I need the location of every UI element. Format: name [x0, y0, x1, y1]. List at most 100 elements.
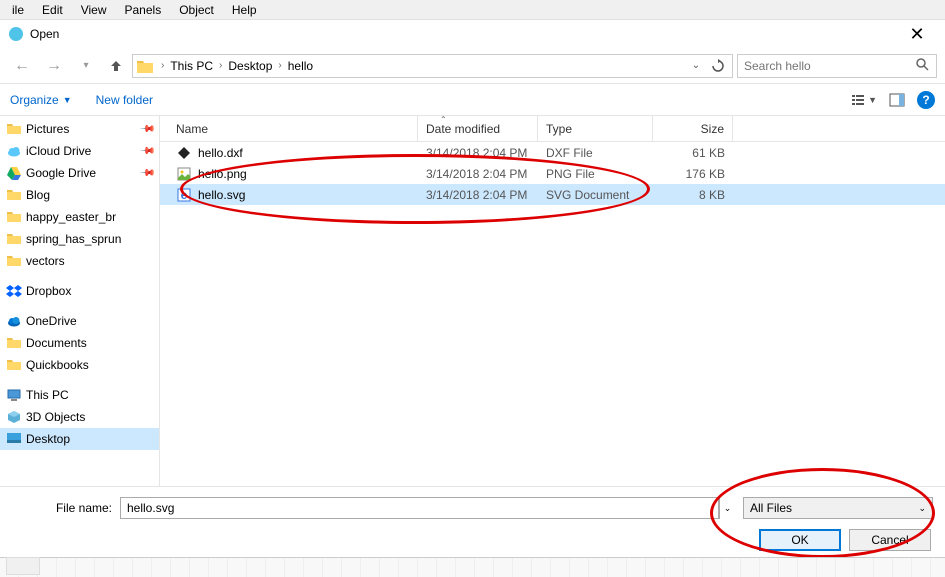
- search-icon[interactable]: [914, 56, 930, 75]
- tree-item-label: iCloud Drive: [26, 144, 137, 158]
- search-input[interactable]: [744, 59, 914, 73]
- column-name[interactable]: Name: [160, 116, 418, 141]
- view-mode-button[interactable]: ▼: [850, 92, 877, 108]
- tree-item-label: This PC: [26, 388, 153, 402]
- tree-item[interactable]: Pictures📌: [0, 118, 159, 140]
- nav-up-button[interactable]: [104, 54, 128, 78]
- details-view-icon: [850, 92, 866, 108]
- menu-edit[interactable]: Edit: [34, 1, 71, 19]
- menu-panels[interactable]: Panels: [117, 1, 170, 19]
- tree-item[interactable]: This PC: [0, 384, 159, 406]
- cancel-button[interactable]: Cancel: [849, 529, 931, 551]
- organize-button[interactable]: Organize ▼: [10, 93, 72, 107]
- tree-item[interactable]: Desktop: [0, 428, 159, 450]
- column-headers: ⌃ Name Date modified Type Size: [160, 116, 945, 142]
- nav-forward-button[interactable]: →: [40, 52, 68, 80]
- tree-item-label: Desktop: [26, 432, 153, 446]
- chevron-down-icon: ▼: [63, 95, 72, 105]
- tree-item-label: Documents: [26, 336, 153, 350]
- folder-icon: [6, 357, 22, 373]
- folder-icon: [6, 253, 22, 269]
- tree-item[interactable]: vectors: [0, 250, 159, 272]
- chevron-right-icon[interactable]: ›: [219, 60, 222, 71]
- help-button[interactable]: ?: [917, 91, 935, 109]
- tree-item[interactable]: Google Drive📌: [0, 162, 159, 184]
- toolbar: Organize ▼ New folder ▼ ?: [0, 84, 945, 116]
- file-type: PNG File: [538, 167, 653, 181]
- tree-item-label: Blog: [26, 188, 153, 202]
- tree-item[interactable]: Documents: [0, 332, 159, 354]
- ok-button[interactable]: OK: [759, 529, 841, 551]
- file-filter-select[interactable]: All Files ⌄: [743, 497, 933, 519]
- tree-item[interactable]: OneDrive: [0, 310, 159, 332]
- svg-text:e: e: [181, 188, 188, 202]
- thispc-icon: [6, 387, 22, 403]
- menu-object[interactable]: Object: [171, 1, 222, 19]
- tree-item[interactable]: iCloud Drive📌: [0, 140, 159, 162]
- column-size[interactable]: Size: [653, 116, 733, 141]
- sort-indicator-icon: ⌃: [440, 115, 447, 124]
- file-size: 176 KB: [653, 167, 733, 181]
- tree-item[interactable]: Dropbox: [0, 280, 159, 302]
- nav-recent-dropdown[interactable]: ▾: [72, 52, 100, 80]
- tree-item-label: Dropbox: [26, 284, 153, 298]
- folder-icon: [6, 335, 22, 351]
- filename-input[interactable]: hello.svg: [120, 497, 719, 519]
- dialog-titlebar: Open ✕: [0, 20, 945, 48]
- menu-file[interactable]: ile: [4, 1, 32, 19]
- filename-history-dropdown[interactable]: ⌄: [719, 497, 735, 519]
- ruler-corner: [6, 557, 40, 575]
- file-date: 3/14/2018 2:04 PM: [418, 146, 538, 160]
- chevron-right-icon[interactable]: ›: [278, 60, 281, 71]
- pin-icon: 📌: [138, 165, 155, 182]
- onedrive-icon: [6, 313, 22, 329]
- tree-item[interactable]: 3D Objects: [0, 406, 159, 428]
- chevron-down-icon: ⌄: [918, 503, 926, 514]
- menu-view[interactable]: View: [73, 1, 115, 19]
- navbar: ← → ▾ › This PC › Desktop › hello ⌄: [0, 48, 945, 84]
- nav-tree[interactable]: Pictures📌iCloud Drive📌Google Drive📌Blogh…: [0, 116, 160, 486]
- app-ruler: [0, 557, 945, 577]
- file-date: 3/14/2018 2:04 PM: [418, 188, 538, 202]
- search-box[interactable]: [737, 54, 937, 78]
- app-icon: [8, 26, 24, 42]
- preview-pane-button[interactable]: [889, 92, 905, 108]
- dxf-file-icon: [176, 145, 192, 161]
- tree-item-label: Pictures: [26, 122, 137, 136]
- tree-item-label: Google Drive: [26, 166, 137, 180]
- refresh-button[interactable]: [708, 56, 728, 76]
- tree-item[interactable]: spring_has_sprun: [0, 228, 159, 250]
- file-row[interactable]: hello.png3/14/2018 2:04 PMPNG File176 KB: [160, 163, 945, 184]
- tree-item[interactable]: Quickbooks: [0, 354, 159, 376]
- breadcrumb-hello[interactable]: hello: [286, 59, 315, 73]
- address-dropdown[interactable]: ⌄: [686, 56, 706, 76]
- icloud-icon: [6, 143, 22, 159]
- new-folder-button[interactable]: New folder: [96, 93, 153, 107]
- file-row[interactable]: hello.dxf3/14/2018 2:04 PMDXF File61 KB: [160, 142, 945, 163]
- tree-item-label: spring_has_sprun: [26, 232, 153, 246]
- tree-item[interactable]: happy_easter_br: [0, 206, 159, 228]
- filename-label: File name:: [12, 501, 112, 515]
- file-type: DXF File: [538, 146, 653, 160]
- svg-file-icon: e: [176, 187, 192, 203]
- close-button[interactable]: ✕: [897, 20, 937, 48]
- breadcrumb-thispc[interactable]: This PC: [168, 59, 215, 73]
- chevron-right-icon[interactable]: ›: [161, 60, 164, 71]
- file-row[interactable]: ehello.svg3/14/2018 2:04 PMSVG Document8…: [160, 184, 945, 205]
- nav-back-button[interactable]: ←: [8, 52, 36, 80]
- preview-pane-icon: [889, 92, 905, 108]
- file-type: SVG Document: [538, 188, 653, 202]
- breadcrumb-desktop[interactable]: Desktop: [226, 59, 274, 73]
- file-date: 3/14/2018 2:04 PM: [418, 167, 538, 181]
- column-type[interactable]: Type: [538, 116, 653, 141]
- desktop-icon: [6, 431, 22, 447]
- folder-icon: [6, 187, 22, 203]
- address-bar[interactable]: › This PC › Desktop › hello ⌄: [132, 54, 733, 78]
- folder-icon: [137, 59, 153, 73]
- breadcrumb: › This PC › Desktop › hello: [161, 59, 686, 73]
- menu-help[interactable]: Help: [224, 1, 265, 19]
- column-date[interactable]: Date modified: [418, 116, 538, 141]
- file-list[interactable]: hello.dxf3/14/2018 2:04 PMDXF File61 KBh…: [160, 142, 945, 486]
- tree-item[interactable]: Blog: [0, 184, 159, 206]
- 3d-icon: [6, 409, 22, 425]
